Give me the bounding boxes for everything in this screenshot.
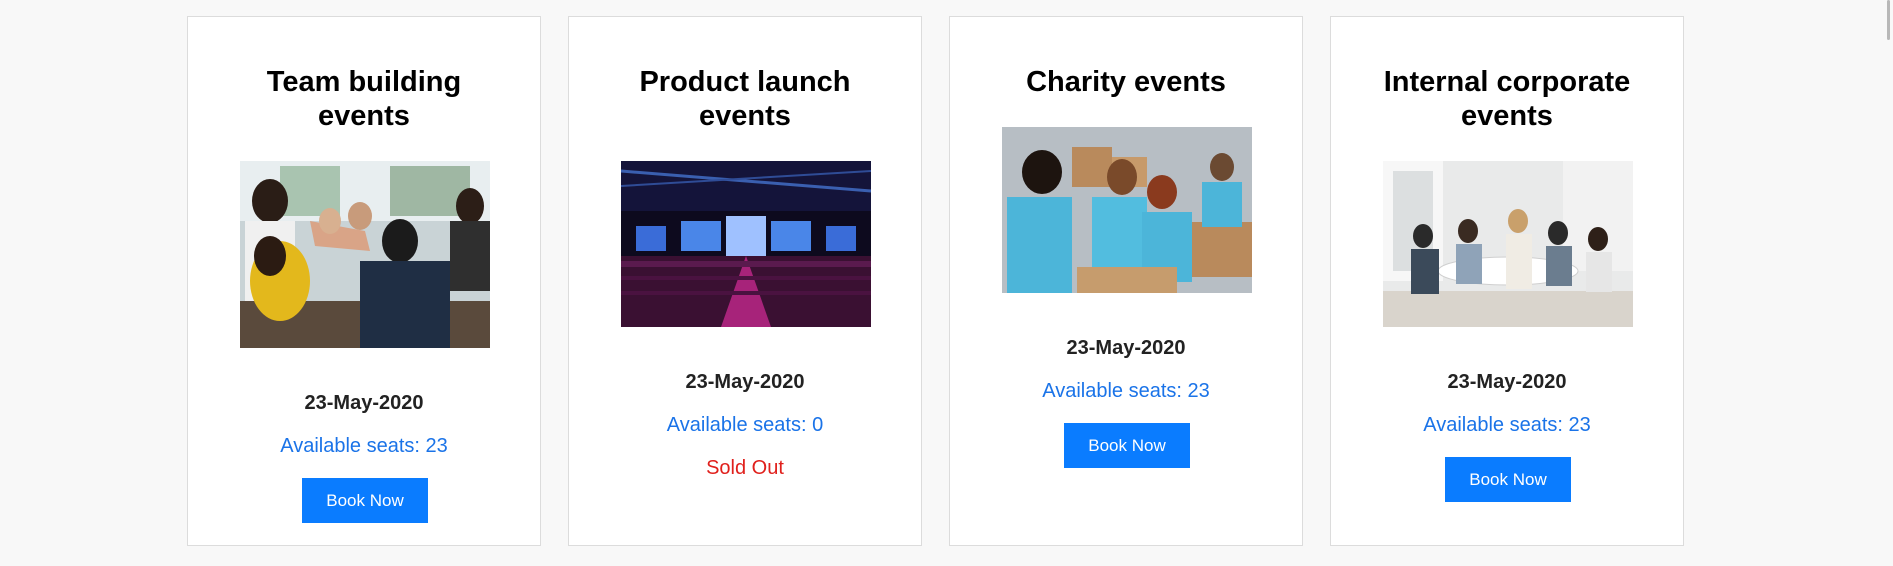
event-card-team-building: Team building events 23-May-2020 Availab… [187,16,541,546]
book-now-button[interactable]: Book Now [1064,423,1190,468]
available-seats: Available seats: 23 [280,435,448,457]
event-date: 23-May-2020 [1066,337,1186,359]
scrollbar-track[interactable] [1880,0,1893,566]
event-card-internal-corporate: Internal corporate events 23-May-2020 Av… [1330,16,1684,546]
card-title: Team building events [266,66,462,132]
available-seats: Available seats: 23 [1423,414,1591,436]
team-building-image [240,161,490,348]
event-card-product-launch: Product launch events 23-May-2020 Availa… [568,16,922,546]
events-page: Team building events 23-May-2020 Availab… [0,0,1893,566]
event-card-charity: Charity events 23-May-2020 Available sea… [949,16,1303,546]
available-seats: Available seats: 23 [1042,380,1210,402]
corporate-meeting-image [1383,161,1633,327]
event-date: 23-May-2020 [1447,371,1567,393]
card-title: Charity events [1026,66,1226,98]
event-date: 23-May-2020 [304,392,424,414]
book-now-button[interactable]: Book Now [1445,457,1571,502]
product-launch-image [621,161,871,327]
card-title: Internal corporate events [1383,66,1631,132]
sold-out-label: Sold Out [706,457,784,479]
charity-image [1002,127,1252,293]
scrollbar-thumb[interactable] [1887,0,1890,40]
card-title: Product launch events [639,66,851,132]
book-now-button[interactable]: Book Now [302,478,428,523]
available-seats: Available seats: 0 [666,414,824,436]
event-date: 23-May-2020 [685,371,805,393]
